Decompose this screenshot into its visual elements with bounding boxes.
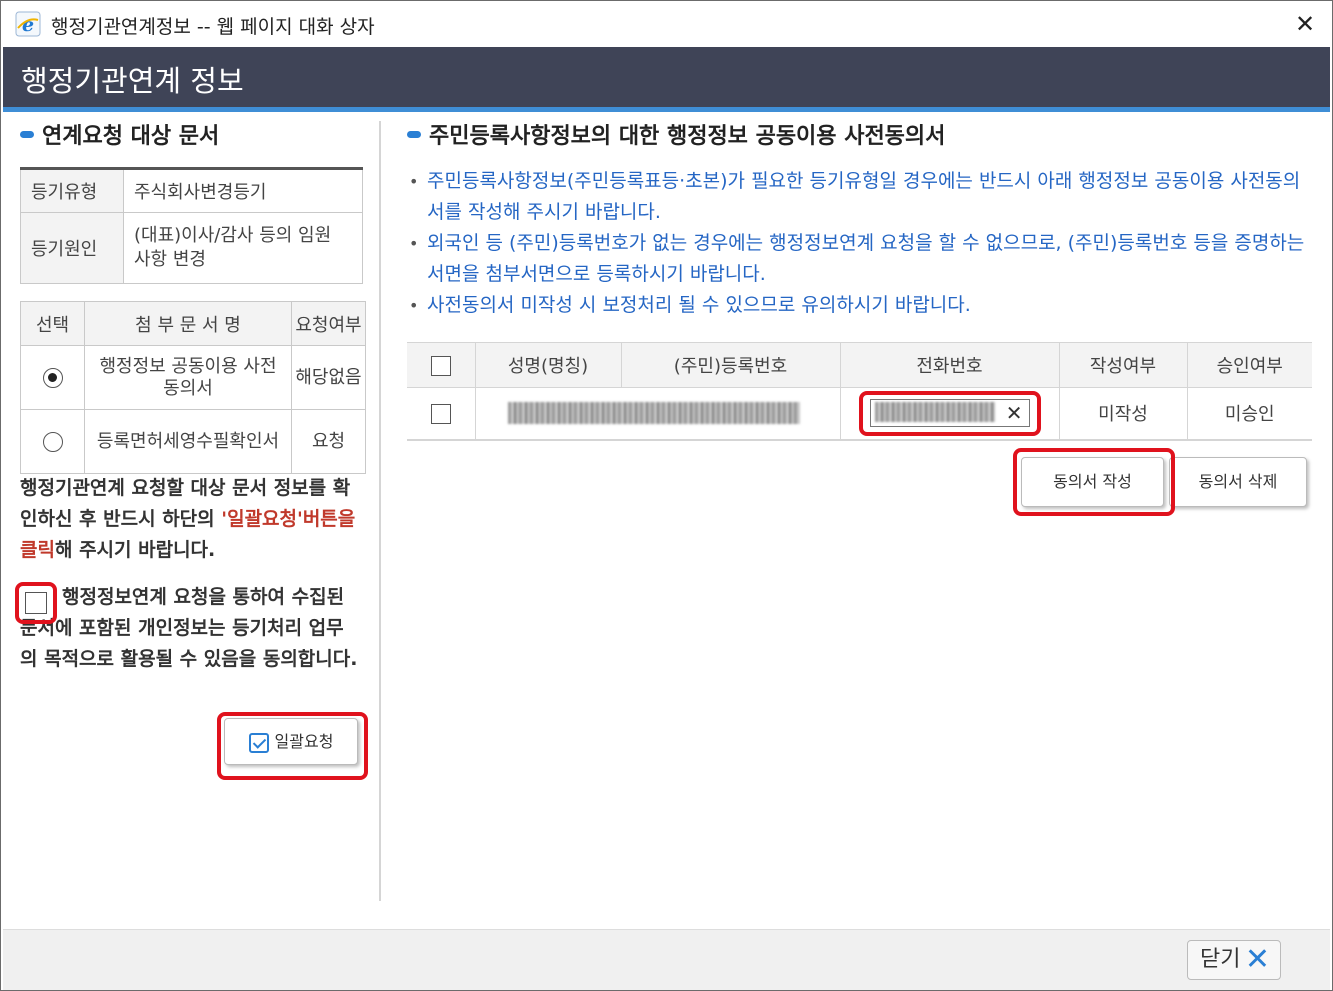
section-bullet-icon: [407, 130, 421, 138]
row-checkbox[interactable]: [430, 403, 451, 424]
col-approved: 승인여부: [1187, 342, 1312, 388]
document-row[interactable]: 등록면허세영수필확인서 요청: [20, 409, 366, 474]
approved-status: 미승인: [1187, 387, 1312, 440]
batch-request-button[interactable]: 일괄요청: [224, 718, 358, 765]
masked-name-and-number: [475, 387, 841, 440]
info-row: 등기원인 (대표)이사/감사 등의 임원 사항 변경: [20, 212, 363, 284]
dialog-footer: [3, 929, 1330, 990]
dialog-window: e 행정기관연계정보 -- 웹 페이지 대화 상자 ✕ 행정기관연계 정보 연계…: [0, 0, 1333, 991]
document-row[interactable]: 행정정보 공동이용 사전동의서 해당없음: [20, 345, 366, 410]
row-select-cell[interactable]: [407, 387, 476, 440]
col-select: 선택: [20, 301, 85, 346]
documents-header-row: 선택 첨 부 문 서 명 요청여부: [20, 301, 366, 346]
close-icon[interactable]: ✕: [1290, 9, 1320, 39]
masked-phone: [874, 402, 995, 423]
select-all-cell[interactable]: [407, 342, 476, 388]
info-value: (대표)이사/감사 등의 임원 사항 변경: [123, 212, 363, 284]
agree-text: 행정정보연계 요청을 통하여 수집된 문서에 포함된 개인정보는 등기처리 업무…: [20, 586, 358, 670]
check-icon: [248, 732, 269, 753]
info-row: 등기유형 주식회사변경등기: [20, 168, 363, 213]
left-section-title-text: 연계요청 대상 문서: [42, 124, 220, 149]
info-label: 등기원인: [20, 212, 124, 284]
doc-select-cell[interactable]: [20, 345, 85, 410]
guide-item: 사전동의서 미작성 시 보정처리 될 수 있으므로 유의하시기 바랍니다.: [407, 290, 1312, 321]
write-consent-button[interactable]: 동의서 작성: [1021, 457, 1164, 507]
header-accent-bar: [3, 107, 1330, 112]
select-all-checkbox[interactable]: [430, 355, 451, 376]
phone-input[interactable]: ✕: [869, 399, 1030, 428]
notice-part2: 해 주시기 바랍니다.: [54, 539, 216, 561]
doc-request: 해당없음: [291, 345, 366, 410]
written-status: 미작성: [1059, 387, 1188, 440]
col-written: 작성여부: [1059, 342, 1188, 388]
section-bullet-icon: [20, 130, 34, 138]
masked-text: [507, 402, 800, 425]
doc-radio-selected[interactable]: [42, 367, 63, 388]
guide-item: 주민등록사항정보(주민등록표등·초본)가 필요한 등기유형일 경우에는 반드시 …: [407, 166, 1312, 228]
notice-text: 행정기관연계 요청할 대상 문서 정보를 확인하신 후 반드시 하단의 '일괄요…: [20, 473, 360, 566]
doc-radio[interactable]: [42, 431, 63, 452]
documents-table: 선택 첨 부 문 서 명 요청여부 행정정보 공동이용 사전동의서 해당없음 등…: [20, 301, 366, 474]
close-button[interactable]: 닫기 ✕: [1187, 940, 1281, 980]
col-reg-number: (주민)등록번호: [621, 342, 841, 388]
guide-item: 외국인 등 (주민)등록번호가 없는 경우에는 행정정보연계 요청을 할 수 없…: [407, 228, 1312, 290]
info-label: 등기유형: [20, 168, 124, 213]
internet-explorer-icon: e: [15, 11, 41, 37]
consent-header-row: 성명(명칭) (주민)등록번호 전화번호 작성여부 승인여부: [407, 342, 1312, 388]
doc-name: 등록면허세영수필확인서: [84, 409, 292, 474]
agree-checkbox[interactable]: [25, 592, 47, 614]
doc-select-cell[interactable]: [20, 409, 85, 474]
col-doc-name: 첨 부 문 서 명: [84, 301, 292, 346]
close-x-icon: ✕: [1244, 942, 1270, 977]
clear-icon[interactable]: ✕: [1006, 401, 1023, 425]
delete-consent-button[interactable]: 동의서 삭제: [1169, 457, 1307, 507]
left-section-title: 연계요청 대상 문서: [20, 118, 219, 150]
right-section-title: 주민등록사항정보의 대한 행정정보 공동이용 사전동의서: [407, 118, 945, 150]
title-bar: e 행정기관연계정보 -- 웹 페이지 대화 상자 ✕: [1, 1, 1332, 47]
table-row: ✕ 미작성 미승인: [407, 387, 1312, 440]
close-label: 닫기: [1200, 947, 1241, 972]
col-request: 요청여부: [291, 301, 366, 346]
page-header: 행정기관연계 정보: [3, 47, 1330, 107]
col-phone: 전화번호: [840, 342, 1060, 388]
doc-request: 요청: [291, 409, 366, 474]
right-section-title-text: 주민등록사항정보의 대한 행정정보 공동이용 사전동의서: [429, 124, 946, 149]
guide-list: 주민등록사항정보(주민등록표등·초본)가 필요한 등기유형일 경우에는 반드시 …: [407, 166, 1312, 321]
page-title: 행정기관연계 정보: [21, 64, 244, 98]
registration-info-table: 등기유형 주식회사변경등기 등기원인 (대표)이사/감사 등의 임원 사항 변경: [20, 167, 363, 284]
info-value: 주식회사변경등기: [123, 168, 363, 213]
batch-request-label: 일괄요청: [274, 732, 334, 751]
phone-cell: ✕: [840, 387, 1060, 440]
svg-text:e: e: [22, 14, 34, 36]
window-title: 행정기관연계정보 -- 웹 페이지 대화 상자: [51, 16, 375, 38]
consent-table: 성명(명칭) (주민)등록번호 전화번호 작성여부 승인여부 ✕ 미작성 미승인: [407, 342, 1312, 441]
col-name: 성명(명칭): [475, 342, 622, 388]
doc-name: 행정정보 공동이용 사전동의서: [84, 345, 292, 410]
panel-divider: [379, 121, 381, 901]
